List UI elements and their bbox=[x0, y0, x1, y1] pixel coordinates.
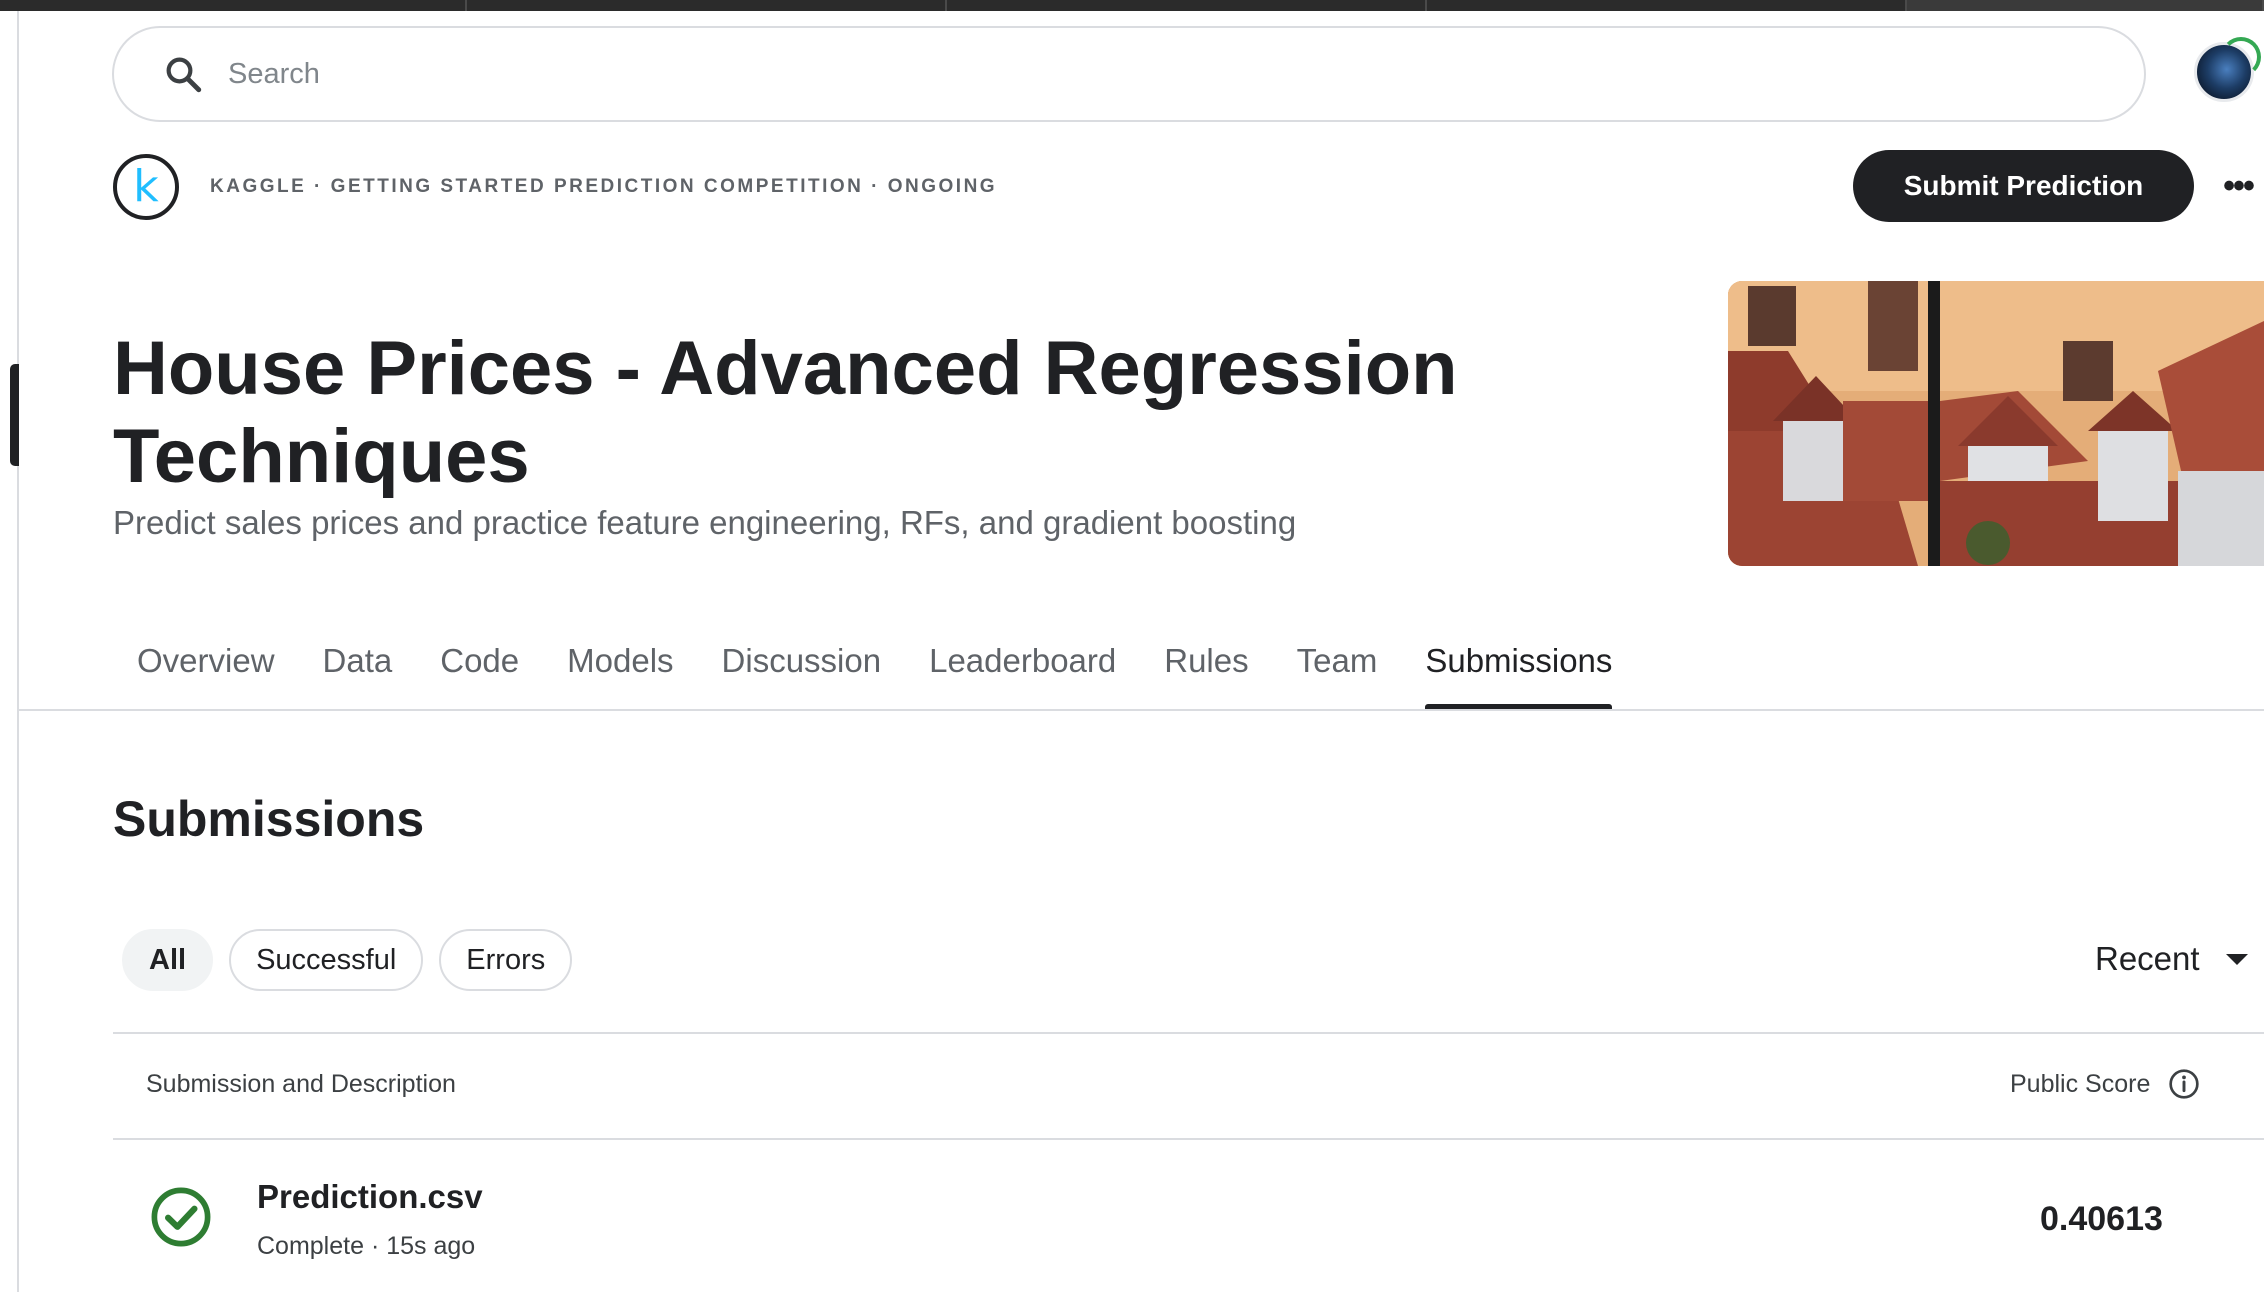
competition-tabs: Overview Data Code Models Discussion Lea… bbox=[113, 630, 1636, 710]
tab-team[interactable]: Team bbox=[1273, 630, 1402, 710]
tab-discussion[interactable]: Discussion bbox=[698, 630, 906, 710]
info-icon[interactable] bbox=[2168, 1068, 2200, 1100]
search-bar[interactable]: Search bbox=[112, 26, 2146, 122]
submission-public-score: 0.40613 bbox=[2040, 1200, 2163, 1238]
filter-chip-all[interactable]: All bbox=[122, 929, 214, 991]
avatar[interactable] bbox=[2194, 37, 2261, 102]
section-title: Submissions bbox=[113, 791, 425, 847]
filter-chip-successful[interactable]: Successful bbox=[229, 929, 424, 991]
check-circle-icon bbox=[151, 1187, 211, 1247]
tab-data[interactable]: Data bbox=[299, 630, 417, 710]
submission-filename[interactable]: Prediction.csv bbox=[257, 1178, 483, 1216]
table-top-divider bbox=[113, 1032, 2264, 1034]
kaggle-logo[interactable]: k bbox=[113, 154, 179, 220]
tab-submissions[interactable]: Submissions bbox=[1401, 630, 1636, 710]
browser-tab[interactable] bbox=[1427, 0, 1907, 11]
tab-code[interactable]: Code bbox=[416, 630, 543, 710]
browser-tab-active[interactable] bbox=[1907, 0, 2264, 11]
tab-overview[interactable]: Overview bbox=[113, 630, 299, 710]
column-header-public-score: Public Score bbox=[2010, 1068, 2200, 1100]
filter-chips: All Successful Errors bbox=[122, 929, 573, 991]
column-header-submission: Submission and Description bbox=[146, 1070, 456, 1098]
search-icon bbox=[166, 57, 202, 93]
browser-tab[interactable] bbox=[0, 0, 467, 11]
page-title: House Prices - Advanced Regression Techn… bbox=[113, 326, 1458, 499]
submit-prediction-button[interactable]: Submit Prediction bbox=[1853, 150, 2194, 222]
competition-header-image bbox=[1728, 281, 2264, 566]
houses-rooftop-image bbox=[1728, 281, 2264, 566]
tab-leaderboard[interactable]: Leaderboard bbox=[905, 630, 1140, 710]
competition-kicker: KAGGLE · GETTING STARTED PREDICTION COMP… bbox=[210, 176, 998, 197]
tab-rules[interactable]: Rules bbox=[1140, 630, 1272, 710]
tabs-divider bbox=[19, 709, 2264, 711]
table-header-divider bbox=[113, 1138, 2264, 1140]
avatar-progress-ring bbox=[2221, 37, 2261, 77]
browser-tab[interactable] bbox=[467, 0, 947, 11]
page-subtitle: Predict sales prices and practice featur… bbox=[113, 504, 1297, 541]
more-options-icon[interactable]: ••• bbox=[2218, 164, 2258, 208]
search-input[interactable]: Search bbox=[228, 58, 320, 91]
kaggle-logo-letter: k bbox=[133, 161, 159, 212]
sort-dropdown-label: Recent bbox=[2095, 940, 2200, 977]
filter-chip-errors[interactable]: Errors bbox=[439, 929, 573, 991]
left-navigation-rail bbox=[0, 11, 19, 1292]
tab-models[interactable]: Models bbox=[543, 630, 697, 710]
nav-rail-handle[interactable] bbox=[10, 364, 19, 466]
caret-down-icon bbox=[2225, 953, 2248, 965]
browser-tab[interactable] bbox=[947, 0, 1427, 11]
sort-dropdown[interactable]: Recent bbox=[2095, 940, 2248, 978]
public-score-label: Public Score bbox=[2010, 1069, 2151, 1098]
browser-tab-strip bbox=[0, 0, 2264, 11]
submission-status: Complete · 15s ago bbox=[257, 1232, 476, 1260]
